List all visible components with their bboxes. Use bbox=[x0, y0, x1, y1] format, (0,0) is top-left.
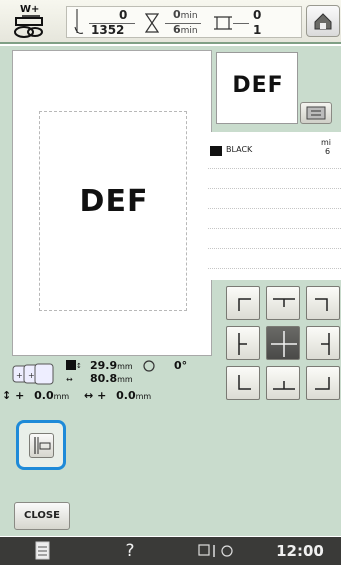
starting-position-icon bbox=[29, 433, 54, 458]
document-icon bbox=[35, 541, 50, 560]
vertical-arrow-icon: ↕ bbox=[2, 389, 12, 402]
design-height: 29.9mm bbox=[90, 359, 133, 372]
svg-text:+: + bbox=[28, 371, 35, 380]
svg-text:+: + bbox=[16, 371, 23, 380]
clock-display: 12:00 bbox=[276, 542, 324, 560]
home-button[interactable] bbox=[306, 5, 340, 37]
thread-color-list: mi 6 BLACK bbox=[204, 132, 341, 280]
top-status-bar: W+ 0 1352 0min 6min 0 1 bbox=[0, 0, 341, 44]
svg-text:↕: ↕ bbox=[76, 362, 82, 370]
size-info-panel: + + ↕ ↔ 29.9mm 80.8mm 0° ↕ + 0.0mm ↔ + 0… bbox=[0, 356, 230, 404]
svg-text:↔: ↔ bbox=[66, 375, 73, 384]
design-thumbnail: DEF bbox=[216, 52, 298, 124]
bottom-bar: ? 12:00 bbox=[0, 537, 341, 565]
starting-position-button[interactable] bbox=[16, 420, 66, 470]
sewing-mode-icon bbox=[198, 544, 233, 557]
help-button[interactable]: ? bbox=[90, 537, 170, 565]
start-point-center[interactable] bbox=[266, 326, 300, 360]
lower-panel: CLOSE bbox=[0, 406, 341, 536]
frame-view-icon bbox=[306, 106, 326, 120]
rotation-angle: 0° bbox=[174, 359, 188, 372]
start-point-center-right[interactable] bbox=[306, 326, 340, 360]
color-change-current: 0 bbox=[253, 8, 262, 22]
thread-color-swatch bbox=[210, 146, 222, 156]
start-point-bottom-left[interactable] bbox=[226, 366, 260, 400]
frame-size-icon: + + bbox=[12, 363, 54, 385]
thumbnail-text: DEF bbox=[232, 73, 284, 98]
time-column-header: mi 6 bbox=[321, 138, 332, 156]
presser-foot-icon: W+ bbox=[10, 4, 50, 40]
horizontal-arrow-icon: ↔ bbox=[84, 389, 94, 402]
time-total: 6min bbox=[173, 23, 198, 36]
horizontal-offset: ↔ + 0.0mm bbox=[84, 389, 152, 402]
design-preview-text: DEF bbox=[79, 184, 149, 219]
dimensions-icon: ↕ ↔ bbox=[66, 360, 82, 384]
close-button[interactable]: CLOSE bbox=[14, 502, 70, 530]
start-point-top-left[interactable] bbox=[226, 286, 260, 320]
vertical-offset: ↕ + 0.0mm bbox=[2, 389, 70, 402]
stitch-counter-panel: 0 1352 0min 6min 0 1 bbox=[66, 6, 302, 38]
document-button[interactable] bbox=[8, 537, 78, 565]
design-boundary: DEF bbox=[39, 111, 187, 311]
design-width: 80.8mm bbox=[90, 372, 133, 385]
home-icon bbox=[314, 13, 332, 30]
start-point-bottom-center[interactable] bbox=[266, 366, 300, 400]
color-change-icon bbox=[214, 16, 232, 30]
rotation-icon bbox=[143, 360, 155, 372]
start-point-bottom-right[interactable] bbox=[306, 366, 340, 400]
start-point-top-right[interactable] bbox=[306, 286, 340, 320]
stitch-count: 0 bbox=[119, 8, 128, 22]
help-label: ? bbox=[125, 541, 135, 561]
stitch-total: 1352 bbox=[91, 23, 125, 37]
thumbnail-view-button[interactable] bbox=[300, 102, 332, 124]
start-point-top-center[interactable] bbox=[266, 286, 300, 320]
start-point-center-left[interactable] bbox=[226, 326, 260, 360]
thread-color-name: BLACK bbox=[226, 145, 253, 154]
embroidery-preview: DEF bbox=[12, 50, 212, 356]
hourglass-icon bbox=[145, 13, 159, 33]
color-change-total: 1 bbox=[253, 23, 262, 37]
time-elapsed: 0min bbox=[173, 8, 198, 21]
needle-icon bbox=[74, 9, 84, 34]
start-point-grid bbox=[216, 282, 341, 412]
sewing-mode-button[interactable] bbox=[180, 537, 250, 565]
